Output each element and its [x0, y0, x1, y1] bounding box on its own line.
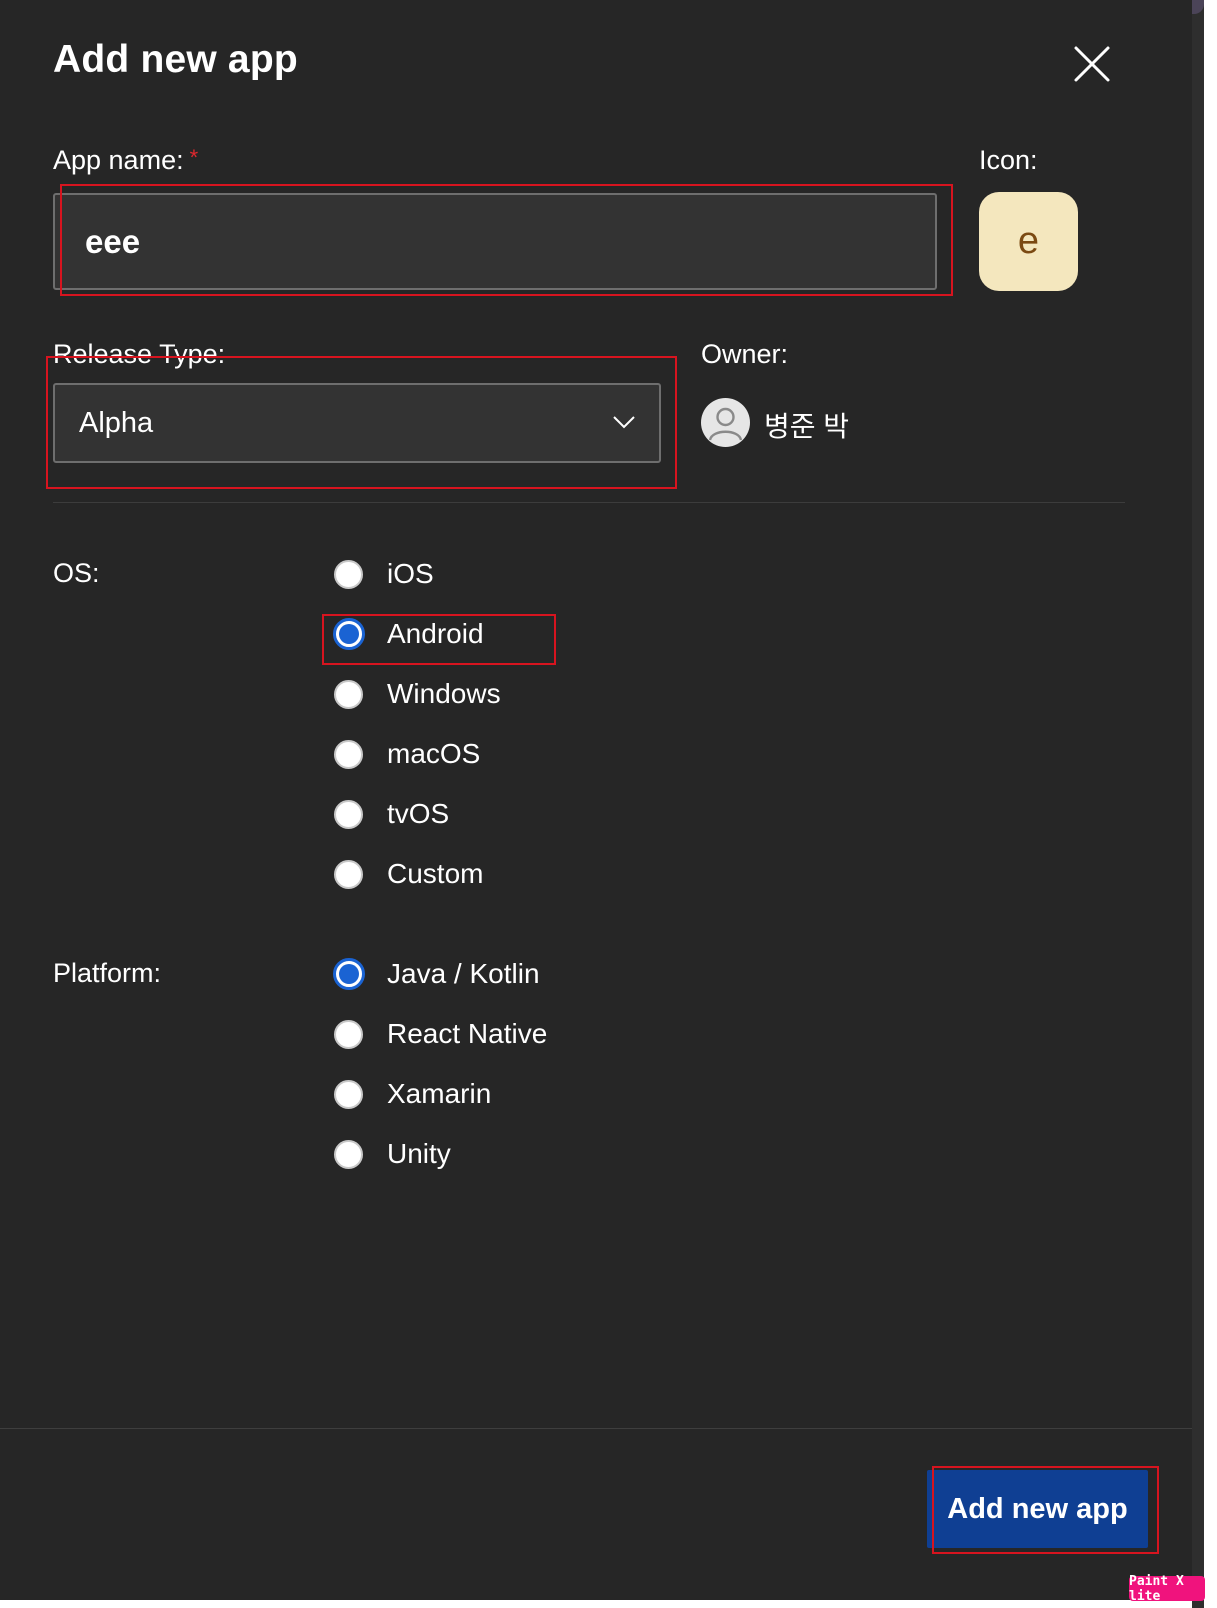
platform-option-label: Java / Kotlin [387, 958, 540, 989]
radio-button[interactable] [334, 679, 363, 709]
radio-button[interactable] [334, 739, 363, 769]
platform-option-label: Xamarin [387, 1078, 492, 1109]
footer-divider [0, 1428, 1192, 1429]
radio-button[interactable] [334, 1019, 363, 1049]
platform-option-unity[interactable]: Unity [334, 1134, 451, 1174]
dialog-title: Add new app [53, 38, 298, 81]
os-option-label: Windows [387, 678, 501, 709]
os-option-tvos[interactable]: tvOS [334, 794, 449, 834]
app-name-label: App name: * [53, 145, 198, 176]
add-new-app-button[interactable]: Add new app [927, 1470, 1148, 1548]
owner-label: Owner: [701, 339, 789, 369]
background-window-edge [1192, 0, 1204, 1608]
platform-label: Platform: [53, 958, 162, 988]
radio-button-selected[interactable] [333, 618, 365, 650]
release-type-select[interactable]: Alpha [53, 383, 661, 463]
os-option-custom[interactable]: Custom [334, 854, 483, 894]
os-option-macos[interactable]: macOS [334, 734, 480, 774]
radio-button[interactable] [334, 559, 363, 589]
radio-button-selected[interactable] [333, 958, 365, 990]
chevron-down-icon [613, 416, 635, 429]
os-option-windows[interactable]: Windows [334, 674, 501, 714]
os-option-label: tvOS [387, 798, 450, 829]
os-option-android[interactable]: Android [333, 614, 484, 654]
release-type-label: Release Type: [53, 339, 226, 369]
os-option-label: Custom [387, 858, 484, 889]
os-option-label: iOS [387, 558, 434, 589]
os-label: OS: [53, 558, 100, 588]
platform-option-xamarin[interactable]: Xamarin [334, 1074, 491, 1114]
owner-name: 병준 박 [764, 411, 850, 442]
close-button[interactable] [1072, 44, 1112, 84]
os-option-ios[interactable]: iOS [334, 554, 434, 594]
radio-button[interactable] [334, 1139, 363, 1169]
platform-option-label: Unity [387, 1138, 451, 1169]
user-avatar-icon [701, 398, 750, 447]
platform-option-java-kotlin[interactable]: Java / Kotlin [333, 954, 540, 994]
radio-button[interactable] [334, 799, 363, 829]
icon-label: Icon: [979, 145, 1038, 175]
platform-option-react-native[interactable]: React Native [334, 1014, 547, 1054]
required-mark: * [189, 145, 199, 170]
section-divider [53, 502, 1125, 503]
app-name-input[interactable] [53, 193, 937, 290]
os-option-label: Android [387, 618, 484, 649]
os-option-label: macOS [387, 738, 481, 769]
app-icon-letter: e [1017, 220, 1040, 262]
platform-option-label: React Native [387, 1018, 548, 1049]
add-app-dialog: Add new app App name:* Icon: e Release T… [0, 0, 1192, 1600]
release-type-value: Alpha [79, 407, 154, 439]
radio-button[interactable] [334, 1079, 363, 1109]
app-name-label-text: App name: [53, 145, 184, 175]
paint-x-lite-watermark: Paint X lite [1129, 1574, 1205, 1604]
app-icon-tile[interactable]: e [979, 192, 1078, 291]
close-icon [1074, 46, 1110, 82]
radio-button[interactable] [334, 859, 363, 889]
